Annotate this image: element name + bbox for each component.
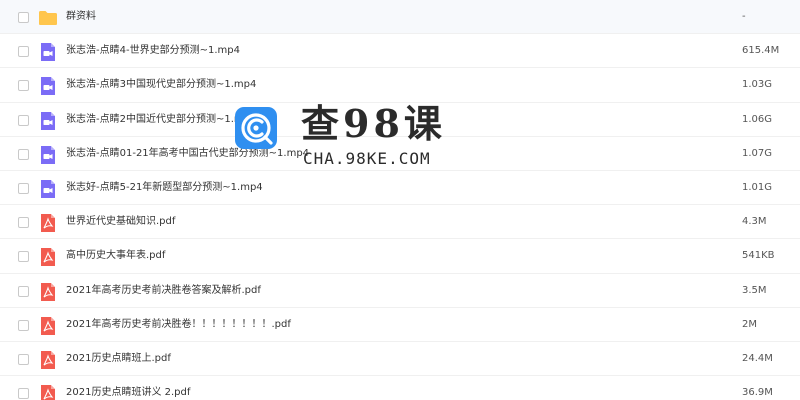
pdf-file-icon [38, 282, 58, 302]
file-row[interactable]: 张志好-点睛5-21年新题型部分预测~1.mp4 1.01G [0, 171, 800, 206]
video-file-icon [38, 145, 58, 165]
row-checkbox[interactable] [18, 217, 29, 229]
pdf-file-icon [38, 350, 58, 370]
row-checkbox[interactable] [18, 388, 29, 400]
row-checkbox[interactable] [18, 80, 29, 92]
video-file-icon [38, 42, 58, 62]
pdf-file-icon [38, 384, 58, 400]
file-size: - [742, 11, 746, 22]
row-checkbox[interactable] [18, 251, 29, 263]
video-file-icon [38, 76, 58, 96]
file-row[interactable]: 张志浩-点睛4-世界史部分预测~1.mp4 615.4M [0, 34, 800, 69]
file-size: 541KB [742, 250, 775, 262]
file-row[interactable]: 张志浩-点睛2中国近代史部分预测~1.mp4 1.06G [0, 103, 800, 137]
file-row[interactable]: 张志浩-点睛01-21年高考中国古代史部分预测~1.mp4 1.07G [0, 137, 800, 171]
folder-icon [38, 8, 58, 28]
file-name[interactable]: 张志浩-点睛01-21年高考中国古代史部分预测~1.mp4 [66, 137, 309, 171]
scrollbar[interactable] [794, 0, 798, 400]
row-checkbox[interactable] [18, 148, 29, 160]
file-row[interactable]: 2021历史点睛班上.pdf 24.4M [0, 342, 800, 377]
pdf-file-icon [38, 316, 58, 336]
file-name[interactable]: 2021年高考历史考前决胜卷答案及解析.pdf [66, 274, 261, 308]
video-file-icon [38, 179, 58, 199]
file-size: 4.3M [742, 216, 767, 228]
file-name[interactable]: 张志浩-点睛2中国近代史部分预测~1.mp4 [66, 103, 256, 137]
file-name[interactable]: 世界近代史基础知识.pdf [66, 205, 175, 239]
pdf-file-icon [38, 213, 58, 233]
file-size: 1.07G [742, 147, 773, 159]
file-size: 3.5M [742, 284, 767, 296]
row-checkbox[interactable] [18, 182, 29, 194]
pdf-file-icon [38, 247, 58, 267]
file-row[interactable]: 世界近代史基础知识.pdf 4.3M [0, 205, 800, 240]
file-name[interactable]: 群资料 [66, 0, 96, 34]
file-browser: 群资料 - 张志浩-点睛4-世界史部分预测~1.mp4 615.4M 张志浩-点睛3中国… [0, 0, 800, 400]
row-checkbox[interactable] [18, 353, 29, 365]
file-name[interactable]: 2021历史点睛班上.pdf [66, 342, 171, 376]
file-row[interactable]: 2021年高考历史考前决胜卷！！！！！！！！.pdf 2M [0, 308, 800, 342]
file-size: 36.9M [742, 387, 773, 399]
file-row[interactable]: 2021历史点睛班讲义 2.pdf 36.9M [0, 376, 800, 400]
file-name[interactable]: 张志浩-点睛3中国现代史部分预测~1.mp4 [66, 68, 256, 102]
file-name[interactable]: 2021历史点睛班讲义 2.pdf [66, 376, 190, 400]
file-name[interactable]: 张志好-点睛5-21年新题型部分预测~1.mp4 [66, 171, 263, 205]
file-row[interactable]: 高中历史大事年表.pdf 541KB [0, 239, 800, 274]
file-row[interactable]: 群资料 - [0, 0, 800, 35]
row-checkbox[interactable] [18, 12, 29, 23]
file-list: 群资料 - 张志浩-点睛4-世界史部分预测~1.mp4 615.4M 张志浩-点睛3中国… [0, 0, 800, 400]
file-name[interactable]: 张志浩-点睛4-世界史部分预测~1.mp4 [66, 34, 240, 68]
file-row[interactable]: 2021年高考历史考前决胜卷答案及解析.pdf 3.5M [0, 274, 800, 308]
row-checkbox[interactable] [18, 114, 29, 126]
video-file-icon [38, 111, 58, 131]
file-size: 2M [742, 318, 757, 330]
file-size: 1.03G [742, 79, 773, 91]
file-name[interactable]: 高中历史大事年表.pdf [66, 239, 165, 273]
row-checkbox[interactable] [18, 285, 29, 297]
row-checkbox[interactable] [18, 319, 29, 331]
file-name[interactable]: 2021年高考历史考前决胜卷！！！！！！！！.pdf [66, 308, 291, 342]
row-checkbox[interactable] [18, 46, 29, 58]
file-size: 24.4M [742, 352, 773, 364]
file-size: 1.01G [742, 181, 773, 193]
file-size: 1.06G [742, 113, 773, 125]
file-size: 615.4M [742, 45, 780, 57]
file-row[interactable]: 张志浩-点睛3中国现代史部分预测~1.mp4 1.03G [0, 68, 800, 103]
